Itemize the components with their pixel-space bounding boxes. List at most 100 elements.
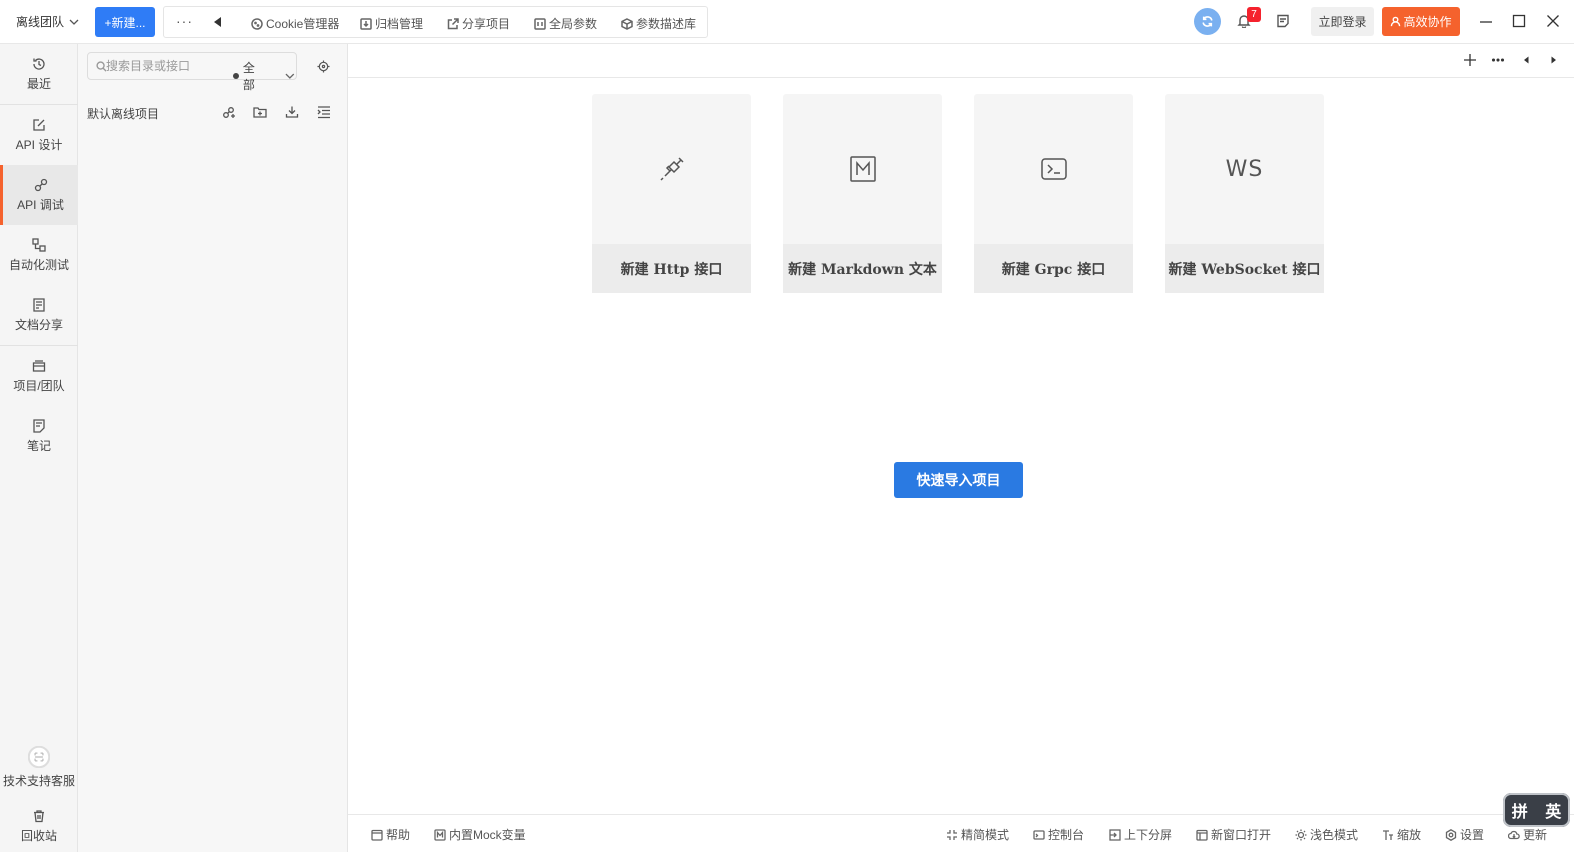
toolbar-group: ··· Cookie管理器 归档管理 分享项目 全局参数 参数描述库 [163,6,708,38]
tab-more-button[interactable] [1491,53,1505,70]
nav-doc-share[interactable]: 文档分享 [0,285,78,345]
nav-notes-label: 笔记 [26,438,51,453]
tab-next-button[interactable] [1547,53,1561,70]
quick-import-button[interactable]: 快速导入项目 [894,462,1023,498]
param-library-button[interactable]: 参数描述库 [621,15,696,32]
global-params-button[interactable]: 全局参数 [534,15,597,32]
maximize-button[interactable] [1512,14,1526,28]
light-mode-button[interactable]: 浅色模式 [1295,826,1358,843]
nav-project-team[interactable]: 项目/团队 [0,346,78,406]
user-icon [1391,16,1401,27]
chevron-down-icon [69,19,79,25]
collapse-left-button[interactable] [212,16,224,28]
update-button[interactable]: 更新 [1508,826,1547,843]
top-bar: 离线团队 +新建... ··· Cookie管理器 归档管理 分享项目 全局参数… [0,0,1574,44]
nav-project-team-label: 项目/团队 [13,378,65,393]
new-markdown-card[interactable]: 新建 Markdown 文本 [783,94,942,293]
ime-indicator[interactable]: 拼 英 [1503,793,1570,827]
notes-button[interactable] [1276,14,1290,31]
import-button[interactable] [285,105,299,122]
light-mode-label: 浅色模式 [1310,828,1359,842]
more-horizontal-icon [1491,58,1505,62]
nav-recent[interactable]: 最近 [0,44,78,104]
left-nav: 最近 API 设计 API 调试 自动化测试 文档分享 项目/团队 笔记 技术支… [0,44,78,852]
team-label: 离线团队 [16,15,65,29]
nav-notes[interactable]: 笔记 [0,406,78,466]
archive-button[interactable]: 归档管理 [360,15,423,32]
plus-icon [1464,54,1476,66]
cookie-manager-label: Cookie管理器 [266,17,340,31]
settings-label: 设置 [1460,828,1485,842]
params-icon [534,17,546,30]
notification-badge: 7 [1247,7,1261,22]
tab-prev-button[interactable] [1519,53,1533,70]
nav-api-design[interactable]: API 设计 [0,105,78,165]
new-grpc-card[interactable]: 新建 Grpc 接口 [974,94,1133,293]
share-project-button[interactable]: 分享项目 [447,15,510,32]
add-link-icon [223,107,235,118]
nav-auto-test[interactable]: 自动化测试 [0,225,78,285]
sync-icon [1202,16,1213,27]
help-button[interactable]: 帮助 [371,826,410,843]
close-icon [1547,15,1559,27]
team-selector[interactable]: 离线团队 [16,13,80,30]
window-icon [1196,829,1208,841]
link-icon [34,178,47,191]
settings-button[interactable]: 设置 [1445,826,1484,843]
collapse-tree-button[interactable] [317,105,331,122]
compact-mode-label: 精简模式 [961,828,1010,842]
locate-button[interactable] [317,60,330,76]
terminal-icon [1040,158,1067,180]
mock-vars-button[interactable]: 内置Mock变量 [434,826,526,843]
login-button[interactable]: 立即登录 [1311,7,1374,36]
triangle-left-icon [214,17,221,27]
new-grpc-label: 新建 Grpc 接口 [974,244,1133,293]
plug-icon [659,157,684,181]
update-label: 更新 [1523,828,1548,842]
new-http-card[interactable]: 新建 Http 接口 [592,94,751,293]
new-button[interactable]: +新建... [95,7,155,37]
compact-mode-button[interactable]: 精简模式 [946,826,1009,843]
markdown-icon [849,156,876,182]
new-api-button[interactable] [222,105,236,122]
collab-button[interactable]: 高效协作 [1382,7,1460,36]
ime-english: 英 [1545,804,1562,821]
sun-icon [1295,829,1307,840]
new-window-button[interactable]: 新窗口打开 [1196,826,1271,843]
download-icon [285,106,299,118]
nav-trash-label: 回收站 [20,828,57,843]
tree-panel: 全部 默认离线项目 [78,44,348,852]
maximize-icon [1512,14,1526,28]
new-folder-button[interactable] [253,105,267,122]
nav-support-label: 技术支持客服 [2,773,75,788]
note-icon [33,418,45,433]
sync-button[interactable] [1194,8,1221,35]
search-input[interactable] [106,57,216,75]
nav-support[interactable]: 技术支持客服 [0,734,78,800]
memo-icon [1277,14,1289,28]
archive-label: 归档管理 [375,17,424,31]
filter-value: 全部 [242,61,255,92]
cube-icon [621,17,633,30]
font-size-icon [1383,829,1393,840]
mock-vars-label: 内置Mock变量 [449,828,526,842]
triangle-left-icon [1524,56,1529,64]
split-button[interactable]: 上下分屏 [1109,826,1172,843]
minimize-button[interactable] [1479,14,1493,28]
card-icon-area [592,94,751,244]
nav-trash[interactable]: 回收站 [0,796,78,852]
indent-icon [317,106,330,119]
nav-auto-test-label: 自动化测试 [8,257,69,272]
filter-select[interactable]: 全部 [233,59,296,93]
nav-api-debug[interactable]: API 调试 [0,165,78,225]
cookie-manager-button[interactable]: Cookie管理器 [251,15,339,32]
close-button[interactable] [1546,14,1560,28]
console-button[interactable]: 控制台 [1033,826,1084,843]
new-websocket-card[interactable]: WS 新建 WebSocket 接口 [1165,94,1324,293]
help-label: 帮助 [386,828,411,842]
zoom-button[interactable]: 缩放 [1382,826,1421,843]
new-tab-button[interactable] [1463,53,1477,70]
more-button[interactable]: ··· [176,13,193,29]
console-icon [1033,829,1045,840]
bottom-bar: 帮助 内置Mock变量 精简模式 控制台 上下分屏 新窗口打开 浅色模式 缩放 … [348,814,1574,852]
